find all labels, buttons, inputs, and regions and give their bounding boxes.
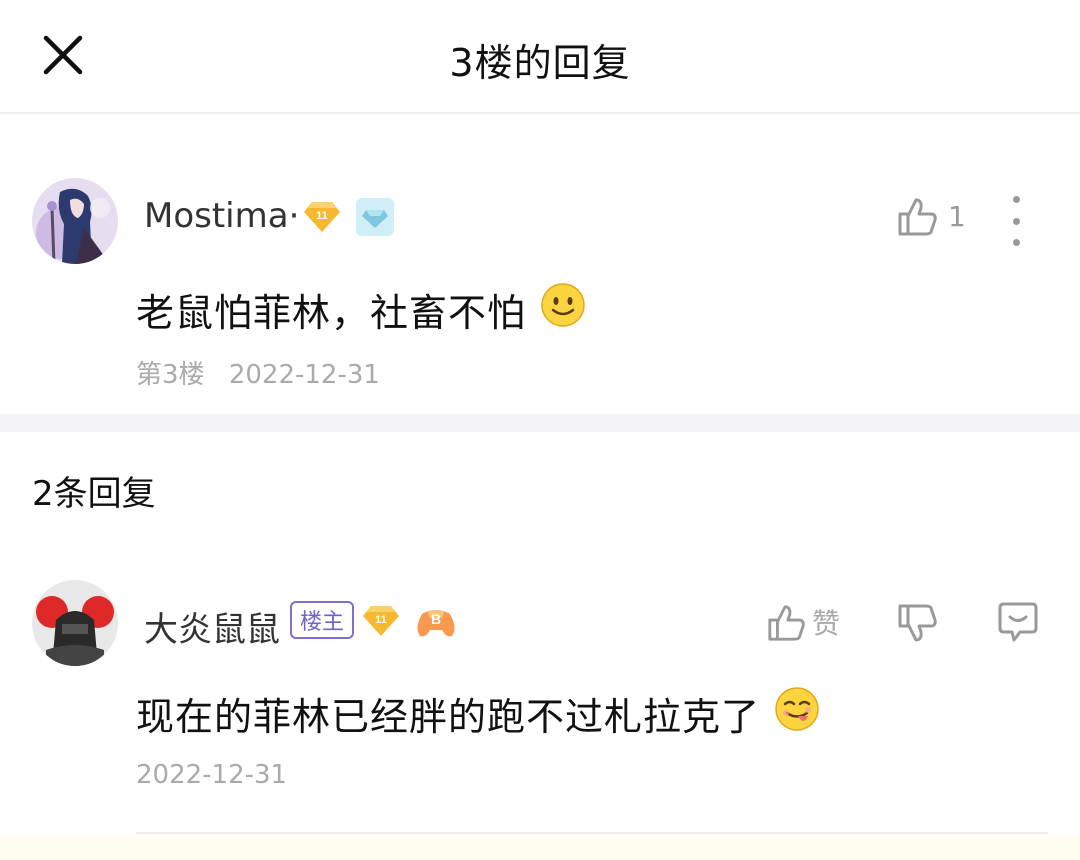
page-title: 3楼的回复 xyxy=(449,41,631,85)
level-number: 11 xyxy=(316,210,328,222)
username[interactable]: Mostima· xyxy=(144,196,299,236)
avatar[interactable] xyxy=(32,178,118,264)
thumbs-up-icon xyxy=(898,198,937,236)
like-label: 赞 xyxy=(812,607,841,640)
reply-username[interactable]: 大炎鼠鼠 xyxy=(144,602,280,651)
level-badge-icon: 11 xyxy=(302,200,342,234)
host-tag: 楼主 xyxy=(290,601,355,639)
thumbs-down-icon xyxy=(898,604,937,642)
more-options-icon[interactable] xyxy=(1006,196,1026,246)
reply-meta: 2022-12-31 xyxy=(136,760,287,790)
divider xyxy=(136,832,1048,834)
dislike-button[interactable] xyxy=(896,602,938,646)
reply-comment-button[interactable] xyxy=(996,600,1040,644)
comment-date: 2022-12-31 xyxy=(228,360,380,390)
reply-body: 现在的菲林已经胖的跑不过札拉克了 xyxy=(136,695,761,739)
reply-like-button[interactable]: 赞 xyxy=(766,600,840,644)
like-count: 1 xyxy=(948,199,966,233)
reply-date: 2022-12-31 xyxy=(136,760,288,790)
dialog-header: 3楼的回复 xyxy=(0,0,1080,114)
reply-text: 现在的菲林已经胖的跑不过札拉克了 xyxy=(136,686,820,741)
reply-avatar[interactable] xyxy=(32,580,118,666)
comment-text: 老鼠怕菲林，社畜不怕 xyxy=(136,282,586,337)
section-divider xyxy=(0,414,1080,432)
yum-emoji-icon xyxy=(774,686,820,741)
main-comment: Mostima· 11 1 老鼠怕菲林，社畜不怕 第3楼 2022-12-31 xyxy=(0,116,1080,414)
like-button[interactable]: 1 xyxy=(896,194,966,238)
comment-meta: 第3楼 2022-12-31 xyxy=(136,354,380,391)
reply-count: 2条回复 xyxy=(32,474,156,514)
floor-label: 第3楼 xyxy=(136,360,205,390)
comment-body: 老鼠怕菲林，社畜不怕 xyxy=(136,291,527,335)
thumbs-up-icon xyxy=(768,605,805,641)
smile-emoji-icon xyxy=(540,282,586,337)
bottom-strip xyxy=(0,836,1080,860)
svg-text:B: B xyxy=(431,611,441,627)
comment-icon xyxy=(998,602,1038,642)
level-number: 11 xyxy=(375,614,387,626)
level-badge-icon: 11 xyxy=(361,604,401,638)
diamond-badge-icon xyxy=(356,198,394,236)
gamepad-badge-icon: B xyxy=(414,602,458,642)
